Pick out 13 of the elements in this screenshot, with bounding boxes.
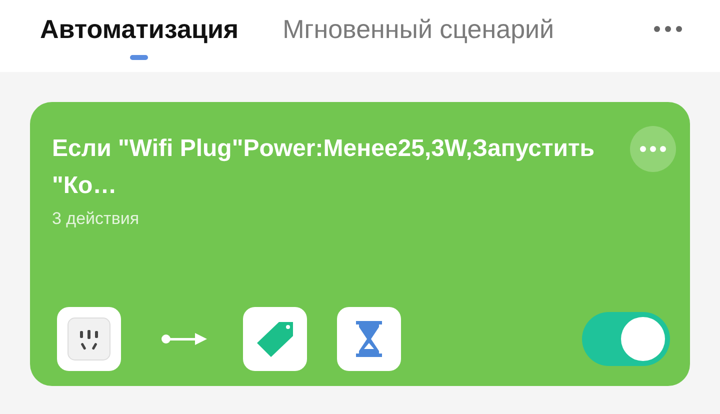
hourglass-tile[interactable] (337, 307, 401, 371)
socket-tile[interactable] (57, 307, 121, 371)
tab[interactable]: Мгновенный сценарий (282, 12, 554, 46)
tab[interactable]: Автоматизация (40, 12, 239, 46)
socket-icon (67, 317, 111, 361)
toggle-switch[interactable] (582, 312, 670, 366)
arrow-icon (161, 332, 207, 346)
scene-title: Если "Wifi Plug"Power:Менее25,3W,Запустить "Ко… (52, 134, 596, 201)
scene-subtitle: 3 действия (52, 208, 140, 230)
tag-icon (255, 320, 295, 358)
tab-indicator (130, 55, 148, 60)
hourglass-icon (356, 321, 382, 357)
tag-tile[interactable] (243, 307, 307, 371)
